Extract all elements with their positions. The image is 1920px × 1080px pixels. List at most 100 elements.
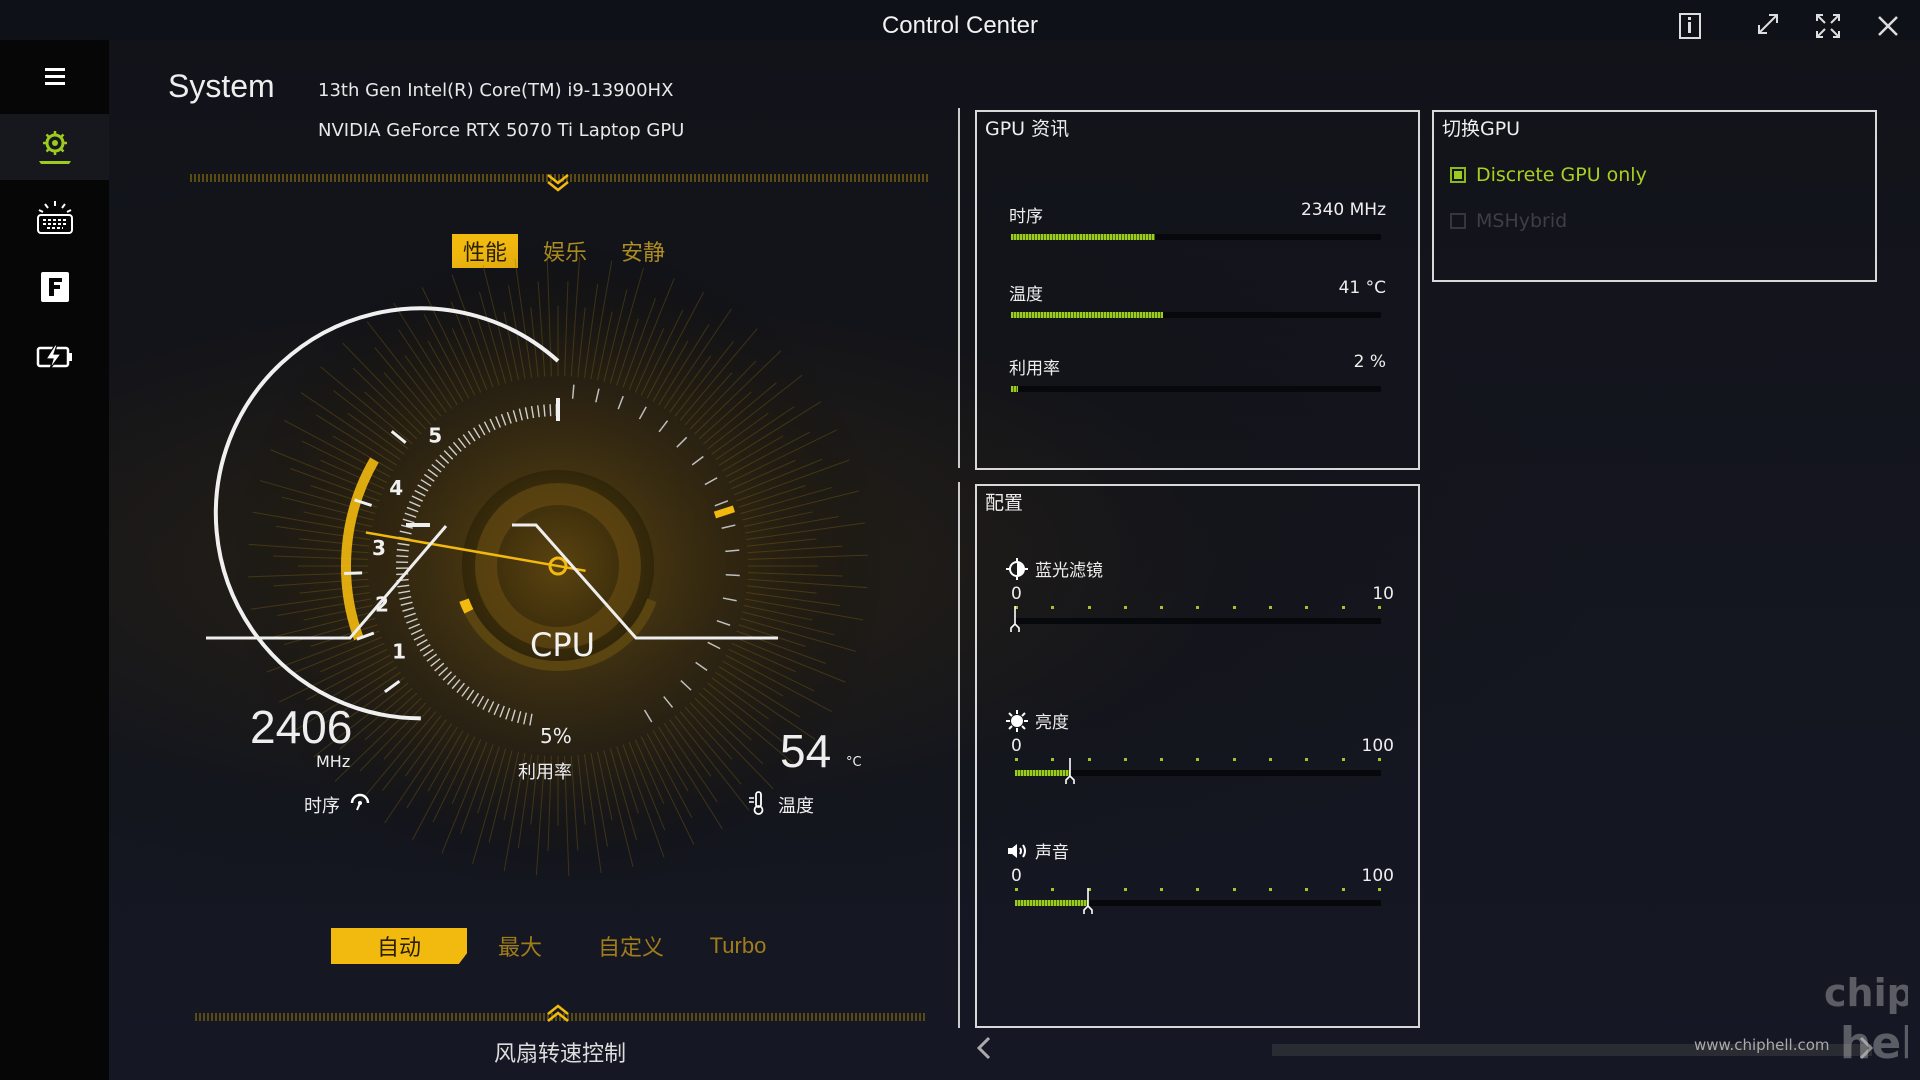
slider-track[interactable] — [1015, 758, 1381, 784]
page-title: System — [168, 68, 275, 104]
chevron-left-icon[interactable] — [972, 1034, 996, 1062]
gpu-stat-label: 温度 — [1009, 285, 1043, 305]
gauge-fine-tick — [396, 555, 409, 558]
slider-thumb[interactable] — [1065, 758, 1075, 784]
slider-track[interactable] — [1015, 888, 1381, 914]
cpu-temp-label: 温度 — [778, 796, 814, 817]
slider-tick-dot — [1269, 606, 1273, 609]
volume-icon — [1005, 839, 1029, 863]
slider-tick-dot — [1015, 888, 1018, 891]
app-title: Control Center — [881, 12, 1039, 39]
cpu-clock-unit: MHz — [316, 752, 351, 771]
gauge-tick-label: 1 — [392, 640, 406, 664]
mshybrid-option[interactable]: MSHybrid — [1450, 210, 1567, 232]
watermark-logo: chiphell — [1822, 966, 1920, 1069]
slider-tick-dot — [1196, 606, 1200, 609]
slider-min: 0 — [1011, 736, 1022, 756]
gpu-stat-label: 时序 — [1009, 207, 1043, 227]
slider-tick-dot — [1377, 606, 1381, 609]
slider-tick-dot — [1160, 888, 1164, 891]
gpu-stat-value: 2340 MHz — [1300, 200, 1386, 220]
thermometer-icon — [746, 790, 770, 816]
slider-max: 10 — [1372, 584, 1394, 604]
slider-label-text: 蓝光滤镜 — [1035, 561, 1103, 581]
close-icon[interactable] — [1870, 8, 1906, 44]
discrete-gpu-option[interactable]: Discrete GPU only — [1450, 164, 1647, 186]
slider-thumb[interactable] — [1010, 606, 1020, 632]
gpu-name: NVIDIA GeForce RTX 5070 Ti Laptop GPU — [318, 120, 685, 141]
keyboard-backlight-icon[interactable] — [0, 184, 109, 250]
slider-max: 100 — [1361, 866, 1394, 886]
panel-bracket — [958, 482, 966, 1028]
discrete-gpu-label: Discrete GPU only — [1476, 164, 1647, 186]
gpu-stat-bar — [1011, 234, 1381, 240]
slider-tick-dot — [1269, 758, 1273, 761]
slider-thumb[interactable] — [1083, 888, 1093, 914]
slider-tick-dot — [1015, 758, 1018, 761]
slider-tick-dot — [1051, 606, 1055, 609]
info-icon[interactable] — [1672, 8, 1708, 44]
fan-control-label[interactable]: 风扇转速控制 — [440, 1036, 680, 1068]
slider-min: 0 — [1011, 584, 1022, 604]
gauge-tick-label: 5 — [428, 423, 442, 447]
blue-light-icon — [1005, 557, 1029, 581]
slider-tick-dot — [1196, 758, 1200, 761]
gpu-stat-bar-fill — [1011, 386, 1019, 392]
gear-laptop-icon[interactable] — [0, 114, 109, 180]
slider-tick-dot — [1123, 606, 1127, 609]
config-title: 配置 — [985, 492, 1024, 514]
watermark-url: www.chiphell.com — [1694, 1036, 1830, 1054]
fullscreen-icon[interactable] — [1810, 8, 1846, 44]
usage-fill — [459, 598, 474, 614]
slider-tick-dot — [1160, 606, 1164, 609]
slider-fill — [1015, 900, 1089, 906]
svg-text:chip: chip — [1824, 971, 1908, 1015]
slider-tick-dot — [1305, 758, 1309, 761]
slider-tick-dot — [1123, 888, 1127, 891]
slider-tick-dot — [1196, 888, 1200, 891]
gpu-stat-value: 2 % — [1353, 352, 1386, 372]
hamburger-icon[interactable] — [0, 44, 109, 110]
fan-mode-tab[interactable]: 自定义 — [586, 928, 676, 964]
fan-mode-tab[interactable]: Turbo — [694, 928, 782, 964]
sidebar — [0, 40, 109, 1080]
cpu-clock-label: 时序 — [304, 796, 340, 817]
cpu-usage-value: 5% — [540, 724, 572, 748]
gpu-stat-bar-fill — [1011, 234, 1156, 240]
expand-chevron-icon[interactable] — [545, 1002, 571, 1024]
fan-speed-icon — [349, 792, 371, 814]
slider-tick-dot — [1305, 888, 1309, 891]
mshybrid-checkbox[interactable] — [1450, 213, 1466, 229]
gpu-info-panel: GPU 资讯 时序 2340 MHz 温度 41 °C 利用率 2 % — [975, 110, 1420, 470]
slider-tick-dot — [1377, 888, 1381, 891]
cpu-name: 13th Gen Intel(R) Core(TM) i9-13900HX — [318, 80, 674, 101]
brightness-icon — [1005, 709, 1029, 733]
slider-tick-dot — [1087, 606, 1091, 609]
panel-bracket — [958, 108, 966, 468]
slider-label: 蓝光滤镜 — [1005, 556, 1103, 581]
restore-icon[interactable] — [1750, 8, 1786, 44]
battery-charge-icon[interactable] — [0, 324, 109, 390]
cpu-usage-label: 利用率 — [518, 762, 572, 783]
f-key-icon[interactable] — [0, 254, 109, 320]
slider-tick-dot — [1232, 758, 1236, 761]
slider-tick-dot — [1232, 888, 1236, 891]
slider-tick-dot — [1269, 888, 1273, 891]
gpu-stat-bar — [1011, 386, 1381, 392]
discrete-gpu-checkbox[interactable] — [1450, 167, 1466, 183]
gauge-right-tick — [725, 574, 740, 577]
mshybrid-label: MSHybrid — [1476, 210, 1568, 232]
config-panel: 配置 蓝光滤镜 0 10 亮度 0 100 声音 0 100 — [975, 484, 1420, 1028]
slider-track[interactable] — [1010, 606, 1381, 632]
cpu-temp-unit: °C — [846, 755, 862, 770]
fan-mode-tab[interactable]: 自动 — [331, 928, 467, 964]
slider-tick-dot — [1051, 758, 1055, 761]
cpu-temp-value: 54 — [780, 725, 832, 777]
slider-tick-dot — [1123, 758, 1127, 761]
gpu-stat-label: 利用率 — [1009, 359, 1060, 379]
fan-mode-tab[interactable]: 最大 — [480, 928, 560, 964]
slider-tick-dot — [1377, 758, 1381, 761]
gauge-tick-label: 3 — [372, 536, 386, 560]
gpu-switch-panel: 切换GPU Discrete GPU only MSHybrid — [1432, 110, 1877, 282]
slider-max: 100 — [1361, 736, 1394, 756]
